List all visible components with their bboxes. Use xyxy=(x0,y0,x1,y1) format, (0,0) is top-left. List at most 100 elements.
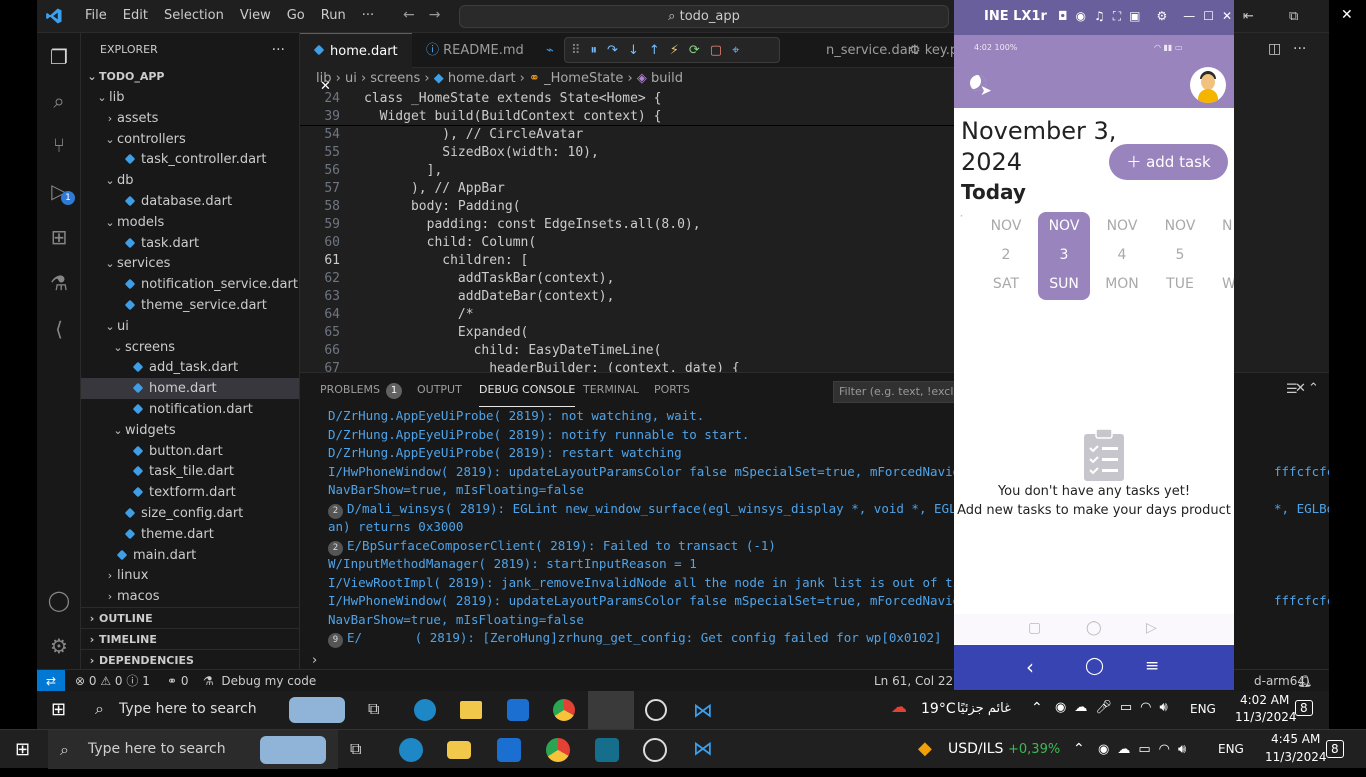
local-start-icon[interactable]: ⊞ xyxy=(15,739,30,760)
tree-item[interactable]: ⌄ ui xyxy=(81,316,299,337)
tree-item[interactable]: main.dart xyxy=(81,545,299,566)
task-view-icon[interactable]: ⧉ xyxy=(368,699,379,719)
timeline-section[interactable]: › TIMELINE xyxy=(81,628,299,649)
tab-flutter[interactable]: ⌁ xyxy=(532,33,567,68)
breadcrumb-item[interactable]: _HomeState xyxy=(544,71,623,86)
avatar[interactable] xyxy=(1190,67,1226,103)
step-into-icon[interactable]: ↓ xyxy=(628,43,639,58)
home-icon[interactable]: ◯ xyxy=(1086,620,1102,636)
tab-key[interactable]: ⚙ key.pr xyxy=(895,33,954,68)
cursor-position[interactable]: Ln 61, Col 22 xyxy=(874,670,953,692)
nav-home-icon[interactable]: ◯ xyxy=(1085,656,1104,676)
code-editor[interactable]: 24 class _HomeState extends State<Home> {… xyxy=(300,90,954,372)
nav-menu-icon[interactable]: ≡ xyxy=(1145,656,1159,676)
menu-edit[interactable]: Edit xyxy=(115,8,156,23)
ticker-label[interactable]: USD/ILS xyxy=(948,730,1003,769)
back-arrow-icon[interactable]: ← xyxy=(403,7,415,23)
tree-item[interactable]: theme_service.dart xyxy=(81,295,299,316)
local-clock-date[interactable]: 11/3/2024 xyxy=(1265,738,1327,777)
tree-item[interactable]: ⌄ screens xyxy=(81,337,299,358)
audio-icon[interactable]: ♫ xyxy=(1094,9,1105,24)
menu-file[interactable]: File xyxy=(77,8,115,23)
tree-item[interactable]: button.dart xyxy=(81,441,299,462)
ticker-change[interactable]: +0,39% xyxy=(1008,730,1060,769)
add-task-button[interactable]: ＋ add task xyxy=(1109,144,1228,180)
chrome-icon[interactable] xyxy=(553,699,575,721)
nav-back-icon[interactable]: ‹ xyxy=(1026,655,1034,679)
date-item-sun-selected[interactable]: NOV 3 SUN xyxy=(1038,212,1090,300)
code-line[interactable]: 66 child: EasyDateTimeLine( xyxy=(300,342,954,360)
code-line[interactable]: 65 Expanded( xyxy=(300,324,954,342)
tree-item[interactable]: theme.dart xyxy=(81,524,299,545)
drag-handle-icon[interactable]: ⠿ xyxy=(571,43,581,58)
breadcrumb-item[interactable]: build xyxy=(651,71,683,86)
tree-item[interactable]: ⌄ models xyxy=(81,212,299,233)
tree-item[interactable]: notification.dart xyxy=(81,399,299,420)
maximize-panel-icon[interactable]: ⌃ xyxy=(1308,381,1319,396)
code-line[interactable]: 63 addDateBar(context), xyxy=(300,288,954,306)
code-line[interactable]: 39 Widget build(BuildContext context) { xyxy=(300,108,954,126)
clock-time[interactable]: 4:02 AM xyxy=(1240,693,1289,707)
local-notification-badge[interactable]: 8 xyxy=(1326,740,1344,758)
project-root[interactable]: ⌄ TODO_APP xyxy=(81,66,299,87)
split-editor-icon[interactable]: ◫ xyxy=(1268,41,1281,57)
tree-item[interactable]: task_controller.dart xyxy=(81,149,299,170)
record-icon[interactable]: ◉ xyxy=(1076,9,1086,24)
tree-item[interactable]: home.dart xyxy=(81,378,299,400)
code-line[interactable]: 56 ], xyxy=(300,162,954,180)
code-line[interactable]: 55 SizedBox(width: 10), xyxy=(300,144,954,162)
scrcpy-icon[interactable] xyxy=(645,699,667,721)
expand-chevron-icon[interactable]: › xyxy=(312,653,317,668)
debug-status[interactable]: ⚗ Debug my code xyxy=(203,670,316,692)
tree-item[interactable]: ⌄ services xyxy=(81,253,299,274)
local-app-icon[interactable] xyxy=(595,738,619,762)
remote-indicator-icon[interactable]: ⇄ xyxy=(37,670,65,691)
outlook-icon[interactable] xyxy=(507,699,529,721)
date-item-tue[interactable]: NOV 5 TUE xyxy=(1154,212,1206,300)
language-indicator[interactable]: ENG xyxy=(1190,702,1216,716)
date-item-wed-partial[interactable]: NW xyxy=(1212,212,1234,300)
close-panel-icon[interactable]: ✕ xyxy=(1295,381,1306,396)
maximize-icon[interactable]: ☐ xyxy=(1203,9,1214,24)
manage-gear-icon[interactable]: ⚙ xyxy=(45,632,73,660)
edge-icon[interactable] xyxy=(414,699,436,721)
file-explorer-icon[interactable] xyxy=(460,701,482,719)
local-outlook-icon[interactable] xyxy=(497,738,521,762)
local-tray-chevron-icon[interactable]: ⌃ xyxy=(1073,730,1085,769)
devtools-icon[interactable]: ⌖ xyxy=(732,43,739,58)
code-line[interactable]: 64 /* xyxy=(300,306,954,324)
tray-icons[interactable]: ◉☁🎤︎▭◠🔊︎ xyxy=(1055,700,1176,715)
search-icon[interactable]: ⌕ xyxy=(45,87,73,115)
local-media-icon[interactable] xyxy=(643,738,667,762)
breadcrumb-item[interactable]: screens xyxy=(370,71,420,86)
outline-section[interactable]: › OUTLINE xyxy=(81,607,299,628)
tray-chevron-icon[interactable]: ⌃ xyxy=(1031,700,1043,716)
breadcrumb-item[interactable]: ui xyxy=(345,71,357,86)
code-line[interactable]: 58 body: Padding( xyxy=(300,198,954,216)
testing-icon[interactable]: ⚗ xyxy=(45,269,73,297)
tree-item[interactable]: › macos xyxy=(81,586,299,607)
pause-icon[interactable]: ⏸ xyxy=(591,43,598,58)
debug-filter-input[interactable]: Filter (e.g. text, !exclude xyxy=(833,381,955,403)
local-file-explorer-icon[interactable] xyxy=(447,741,471,759)
menu-more[interactable]: ··· xyxy=(354,8,382,23)
menu-run[interactable]: Run xyxy=(313,8,354,23)
weather-temp[interactable]: 19°C xyxy=(921,701,956,717)
tree-item[interactable]: ⌄ widgets xyxy=(81,420,299,441)
local-chrome-icon[interactable] xyxy=(546,738,570,762)
vscode-taskbar-icon[interactable]: ⋈ xyxy=(693,698,713,722)
tree-item[interactable]: ⌄ lib xyxy=(81,87,299,108)
extensions-icon[interactable]: ⊞ xyxy=(45,223,73,251)
tree-item[interactable]: add_task.dart xyxy=(81,357,299,378)
layout-icon[interactable]: ⇤ xyxy=(1243,9,1254,24)
local-language[interactable]: ENG xyxy=(1218,730,1244,769)
lock-icon[interactable]: ▣ xyxy=(1129,9,1140,24)
stop-icon[interactable]: ▢ xyxy=(710,43,722,58)
code-line[interactable]: 57 ), // AppBar xyxy=(300,180,954,198)
more-actions-icon[interactable]: ··· xyxy=(272,33,285,67)
tree-item[interactable]: size_config.dart xyxy=(81,503,299,524)
code-line[interactable]: 62 addTaskBar(context), xyxy=(300,270,954,288)
flutter-icon[interactable]: ⟨ xyxy=(45,315,73,343)
bell-icon[interactable]: 🔔︎ xyxy=(1297,670,1312,692)
run-debug-icon[interactable]: ▷ 1 xyxy=(45,177,75,205)
